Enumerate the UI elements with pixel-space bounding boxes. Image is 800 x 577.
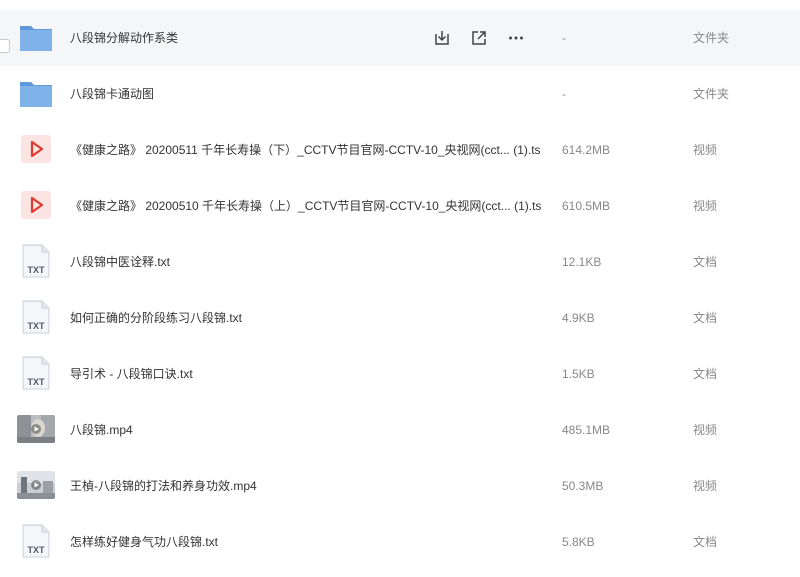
file-type: 视频 — [693, 199, 718, 213]
file-name[interactable]: 怎样练好健身气功八段锦.txt — [70, 514, 218, 570]
file-size: 4.9KB — [562, 311, 595, 325]
file-name[interactable]: 八段锦.mp4 — [70, 402, 133, 458]
file-row[interactable]: TXT 怎样练好健身气功八段锦.txt 5.8KB 文档 — [0, 514, 800, 570]
file-size: 50.3MB — [562, 479, 604, 493]
video-file-icon — [21, 135, 51, 163]
file-type: 视频 — [693, 423, 718, 437]
row-checkbox[interactable] — [0, 39, 10, 53]
folder-icon — [20, 26, 52, 51]
svg-text:TXT: TXT — [28, 545, 46, 555]
file-type: 文档 — [693, 311, 718, 325]
txt-file-icon: TXT — [22, 356, 50, 390]
file-row[interactable]: 《健康之路》 20200511 千年长寿操（下）_CCTV节目官网-CCTV-1… — [0, 122, 800, 178]
file-type: 文档 — [693, 535, 718, 549]
download-icon[interactable] — [432, 28, 452, 48]
file-size: 610.5MB — [562, 199, 611, 213]
file-type: 文件夹 — [693, 87, 730, 101]
file-size: 12.1KB — [562, 255, 602, 269]
video-thumbnail — [17, 471, 55, 499]
file-name[interactable]: 八段锦卡通动图 — [70, 66, 154, 122]
file-name[interactable]: 八段锦中医诠释.txt — [70, 234, 170, 290]
file-list: 八段锦分解动作系类 - 文件夹 八段锦卡通动图 - 文件夹 《健康之路》 202… — [0, 0, 800, 577]
file-type: 文件夹 — [693, 31, 730, 45]
file-type: 视频 — [693, 479, 718, 493]
video-thumbnail — [17, 415, 55, 443]
file-type: 文档 — [693, 367, 718, 381]
file-size: - — [562, 31, 566, 45]
video-file-icon — [21, 191, 51, 219]
file-row[interactable]: 王楨-八段锦的打法和养身功效.mp4 50.3MB 视频 — [0, 458, 800, 514]
file-name[interactable]: 导引术 - 八段锦口诀.txt — [70, 346, 193, 402]
file-row[interactable]: TXT 如何正确的分阶段练习八段锦.txt 4.9KB 文档 — [0, 290, 800, 346]
svg-text:TXT: TXT — [28, 321, 46, 331]
share-icon[interactable] — [469, 28, 489, 48]
folder-icon — [20, 82, 52, 107]
file-name[interactable]: 《健康之路》 20200511 千年长寿操（下）_CCTV节目官网-CCTV-1… — [70, 122, 541, 178]
txt-file-icon: TXT — [22, 244, 50, 278]
file-name[interactable]: 《健康之路》 20200510 千年长寿操（上）_CCTV节目官网-CCTV-1… — [70, 178, 541, 234]
file-size: 5.8KB — [562, 535, 595, 549]
file-size: 614.2MB — [562, 143, 611, 157]
svg-text:TXT: TXT — [28, 377, 46, 387]
file-size: 1.5KB — [562, 367, 595, 381]
file-name[interactable]: 如何正确的分阶段练习八段锦.txt — [70, 290, 242, 346]
txt-file-icon: TXT — [22, 300, 50, 334]
file-size: - — [562, 87, 566, 101]
file-row[interactable]: 八段锦.mp4 485.1MB 视频 — [0, 402, 800, 458]
more-icon[interactable] — [506, 28, 526, 48]
file-row[interactable]: 《健康之路》 20200510 千年长寿操（上）_CCTV节目官网-CCTV-1… — [0, 178, 800, 234]
file-name[interactable]: 王楨-八段锦的打法和养身功效.mp4 — [70, 458, 257, 514]
file-row[interactable]: TXT 导引术 - 八段锦口诀.txt 1.5KB 文档 — [0, 346, 800, 402]
file-row[interactable]: 八段锦卡通动图 - 文件夹 — [0, 66, 800, 122]
file-row[interactable]: TXT 八段锦中医诠释.txt 12.1KB 文档 — [0, 234, 800, 290]
file-size: 485.1MB — [562, 423, 611, 437]
file-row[interactable]: 八段锦分解动作系类 - 文件夹 — [0, 10, 800, 66]
file-type: 文档 — [693, 255, 718, 269]
txt-file-icon: TXT — [22, 524, 50, 558]
file-type: 视频 — [693, 143, 718, 157]
file-name[interactable]: 八段锦分解动作系类 — [70, 10, 178, 66]
svg-text:TXT: TXT — [28, 265, 46, 275]
